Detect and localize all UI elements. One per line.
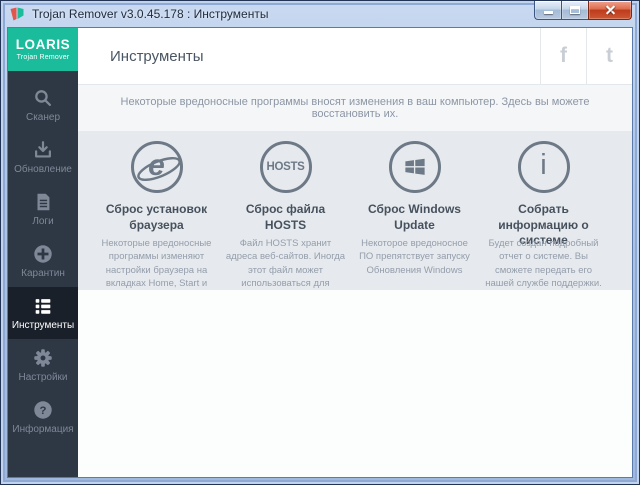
sidebar: LOARIS Trojan Remover Сканер Обновление …: [8, 28, 78, 477]
client-area: LOARIS Trojan Remover Сканер Обновление …: [7, 27, 633, 478]
info-banner-text: Некоторые вредоносные программы вносят и…: [120, 96, 590, 120]
content-empty-area: [78, 290, 632, 477]
download-icon: [32, 139, 54, 161]
list-icon: [32, 295, 54, 317]
maximize-icon: [570, 6, 580, 14]
app-window: Trojan Remover v3.0.45.178 : Инструменты…: [0, 0, 640, 485]
windows-icon: [388, 141, 441, 193]
logo-subtitle: Trojan Remover: [16, 53, 70, 61]
tools-grid: e Сброс установок браузера Некоторые вре…: [78, 131, 632, 329]
hosts-icon: HOSTS: [259, 141, 312, 193]
tool-description: Некоторое вредоносное ПО препятствует за…: [359, 238, 470, 276]
window-controls: [534, 1, 632, 20]
minimize-icon: [543, 11, 553, 14]
sidebar-nav: Сканер Обновление Логи Карантин Инструме…: [8, 79, 78, 443]
app-logo: LOARIS Trojan Remover: [8, 28, 78, 71]
social-links: f t: [540, 28, 632, 84]
close-icon: [605, 5, 616, 16]
page-header: Инструменты f t: [78, 28, 632, 85]
titlebar[interactable]: Trojan Remover v3.0.45.178 : Инструменты: [1, 1, 639, 27]
sidebar-item-info[interactable]: ? Информация: [8, 391, 78, 443]
twitter-button[interactable]: t: [586, 28, 632, 84]
sidebar-item-update[interactable]: Обновление: [8, 131, 78, 183]
tool-title: Сброс Windows Update: [368, 202, 461, 232]
tool-description: Будет создан подробный отчет о системе. …: [485, 238, 602, 289]
twitter-icon: t: [606, 44, 613, 67]
facebook-icon: f: [560, 44, 567, 67]
sidebar-item-scanner[interactable]: Сканер: [8, 79, 78, 131]
main-area: Инструменты f t Некоторые вредоносные пр…: [78, 28, 632, 477]
tool-title: Сброс файла HOSTS: [245, 202, 326, 232]
window-title: Trojan Remover v3.0.45.178 : Инструменты: [32, 7, 269, 21]
svg-text:?: ?: [40, 405, 47, 417]
sidebar-item-tools[interactable]: Инструменты: [8, 287, 78, 339]
app-logo-icon: [9, 6, 25, 22]
question-circle-icon: ?: [32, 399, 54, 421]
document-icon: [32, 191, 54, 213]
close-button[interactable]: [588, 1, 632, 20]
ie-browser-icon: e: [130, 141, 183, 193]
facebook-button[interactable]: f: [540, 28, 586, 84]
maximize-button[interactable]: [561, 1, 588, 20]
sidebar-item-quarantine[interactable]: Карантин: [8, 235, 78, 287]
minimize-button[interactable]: [534, 1, 561, 20]
tool-title: Собрать информацию о системе: [498, 202, 589, 248]
plus-circle-icon: [32, 243, 54, 265]
info-banner: Некоторые вредоносные программы вносят и…: [78, 85, 632, 131]
gear-icon: [32, 347, 54, 369]
tool-title: Сброс установок браузера: [105, 202, 208, 232]
info-icon: i: [517, 141, 570, 193]
logo-brand: LOARIS: [15, 37, 71, 53]
page-title: Инструменты: [110, 47, 204, 65]
sidebar-item-logs[interactable]: Логи: [8, 183, 78, 235]
sidebar-item-settings[interactable]: Настройки: [8, 339, 78, 391]
search-icon: [32, 87, 54, 109]
